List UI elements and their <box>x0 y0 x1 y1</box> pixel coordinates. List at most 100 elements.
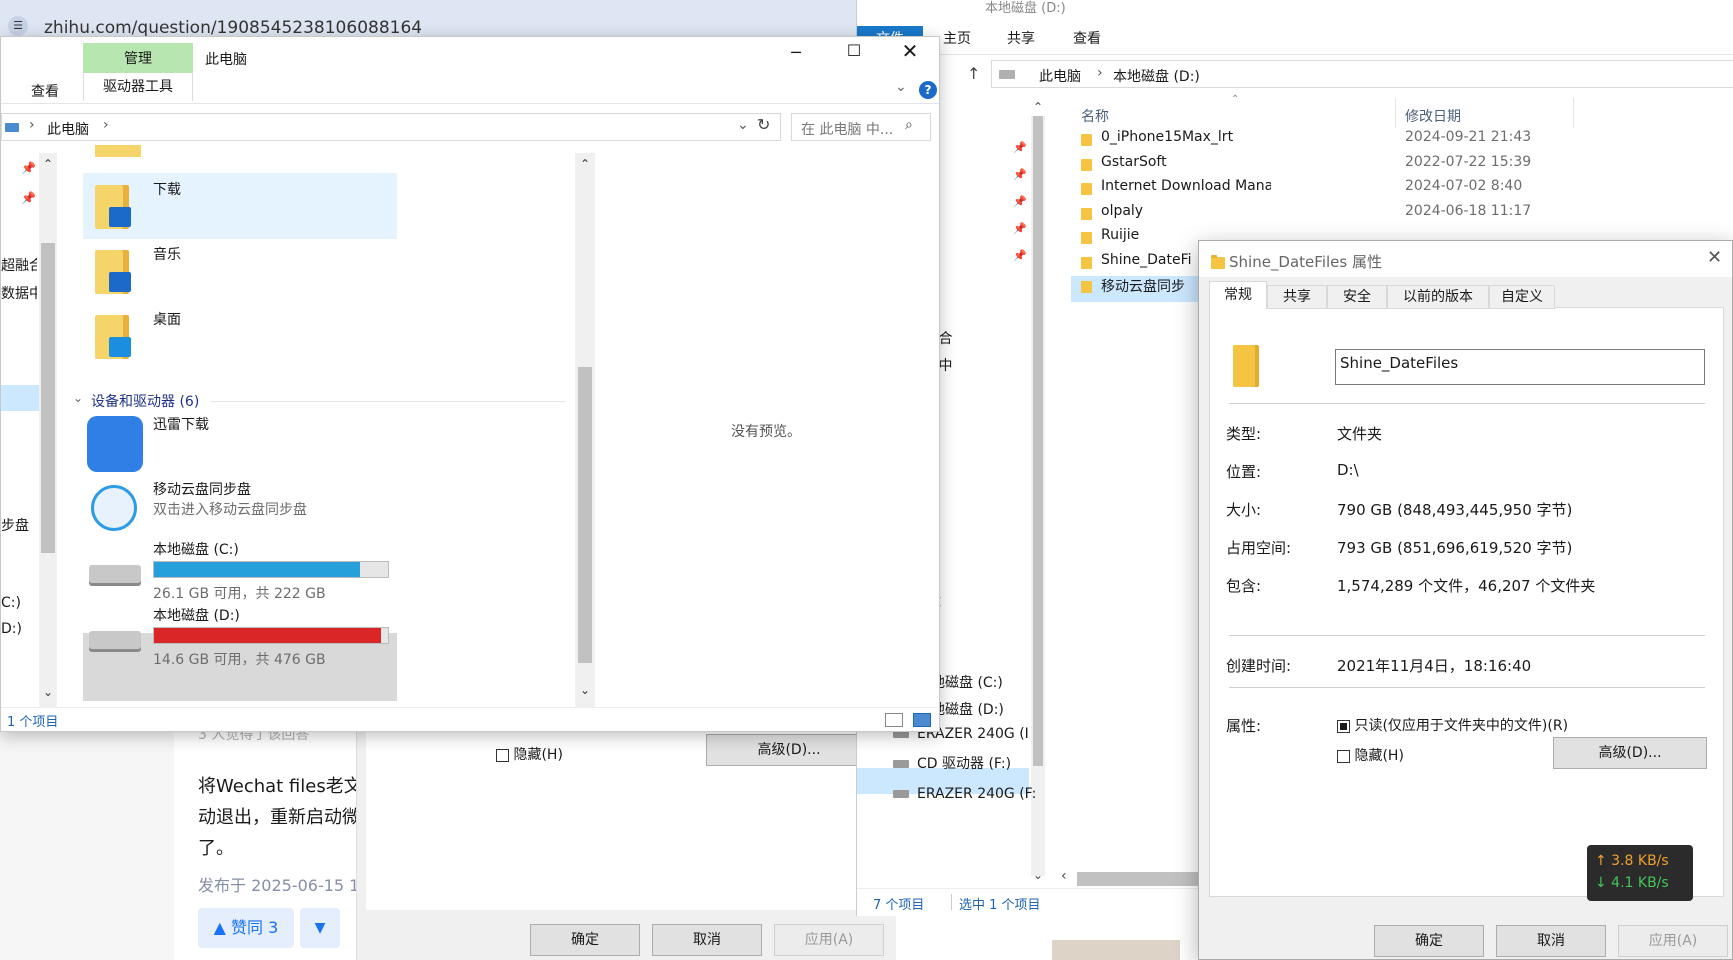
background-ok-button[interactable]: 确定 <box>530 924 640 956</box>
folder-partial-top <box>95 145 141 157</box>
device-item[interactable]: 迅雷下载 <box>83 412 397 476</box>
home-tab[interactable]: 主页 <box>943 28 971 48</box>
cancel-button[interactable]: 取消 <box>1496 925 1606 957</box>
vote-down-button[interactable]: ▼ <box>300 908 340 948</box>
property-value: 1,574,289 个文件，46,207 个文件夹 <box>1337 577 1596 595</box>
capacity-bar <box>153 627 389 644</box>
view-tab[interactable]: 查看 <box>31 81 59 101</box>
tab-0[interactable]: 常规 <box>1209 281 1267 309</box>
search-icon[interactable]: ⌕ <box>905 117 913 133</box>
file-name: 0_iPhone15Max_lrt <box>1101 129 1234 145</box>
content-scroll-thumb[interactable] <box>578 367 592 663</box>
devices-collapse-icon[interactable]: ⌄ <box>73 391 83 405</box>
answer-text-line-3: 了。 <box>198 838 234 859</box>
sidebar-item-label: CD 驱动器 (F:) <box>917 756 1012 772</box>
nav-scroll-up-icon[interactable]: ⌃ <box>43 157 53 171</box>
pin-icon: 📌 <box>1013 195 1027 208</box>
file-row[interactable]: olpaly 2024-06-18 11:17 <box>1081 202 1721 224</box>
property-label: 类型: <box>1226 425 1262 443</box>
folder-item[interactable]: 音乐 <box>83 242 397 302</box>
drive-tools-tab[interactable]: 驱动器工具 <box>83 73 193 101</box>
folder-item[interactable]: 下载 <box>83 177 397 237</box>
background-cancel-button[interactable]: 取消 <box>652 924 762 956</box>
checkbox[interactable] <box>496 748 509 762</box>
help-icon[interactable]: ? <box>919 81 937 99</box>
folder-item[interactable]: 桌面 <box>83 307 397 367</box>
address-bar-url[interactable]: zhihu.com/question/1908545238106088164 <box>44 18 422 38</box>
file-row[interactable]: 0_iPhone15Max_lrt 2024-09-21 21:43 <box>1081 128 1721 150</box>
address-crumb-pc[interactable]: 此电脑 <box>1039 66 1081 86</box>
tab-4[interactable]: 自定义 <box>1489 285 1555 309</box>
tab-3[interactable]: 以前的版本 <box>1387 285 1489 309</box>
nav-item[interactable]: C:) <box>1 595 37 611</box>
nav-item[interactable]: D:) <box>1 621 37 637</box>
sidebar-item-drive[interactable]: ERAZER 240G (F: <box>893 786 1036 802</box>
advanced-button[interactable]: 高级(D)... <box>1553 737 1707 769</box>
readonly-checkbox[interactable]: 只读(仅应用于文件夹中的文件)(R) <box>1337 715 1568 735</box>
status-item-count: 1 个项目 <box>7 715 59 730</box>
maximize-button[interactable]: ☐ <box>839 41 869 67</box>
nav-scroll-down-icon[interactable]: ⌄ <box>1033 868 1043 882</box>
address-crumb-drive[interactable]: 本地磁盘 (D:) <box>1113 66 1200 86</box>
checkbox[interactable] <box>1337 749 1350 763</box>
address-crumb-pc[interactable]: 此电脑 <box>47 119 89 139</box>
nav-scroll-thumb[interactable] <box>41 243 55 553</box>
nav-scrollbar[interactable] <box>1031 116 1045 876</box>
details-view-icon[interactable] <box>885 713 903 727</box>
background-apply-button[interactable]: 应用(A) <box>774 924 884 956</box>
folder-name: 音乐 <box>153 247 181 263</box>
close-button[interactable]: ✕ <box>1707 247 1722 268</box>
minimize-button[interactable]: ─ <box>781 43 811 69</box>
sidebar-item-drive[interactable]: CD 驱动器 (F:) <box>893 753 1011 773</box>
file-row[interactable]: GstarSoft 2022-07-22 15:39 <box>1081 153 1721 175</box>
share-tab[interactable]: 共享 <box>1007 28 1035 48</box>
nav-item[interactable]: 超融合 <box>1 255 37 275</box>
close-button[interactable]: ✕ <box>895 39 925 65</box>
column-date-header[interactable]: 修改日期 <box>1405 106 1461 126</box>
left-nav-scrollbar[interactable]: ⌃ ⌄ <box>39 153 57 713</box>
checkbox[interactable] <box>1337 719 1350 733</box>
property-value: 793 GB (851,696,619,520 字节) <box>1337 539 1573 557</box>
refresh-icon[interactable]: ↻ <box>757 115 770 134</box>
pin-icon: 📌 <box>1013 222 1027 235</box>
large-icons-view-icon[interactable] <box>913 713 931 727</box>
tab-2[interactable]: 安全 <box>1327 285 1387 309</box>
ribbon-collapse-icon[interactable]: ⌄ <box>895 79 907 95</box>
nav-scroll-thumb[interactable] <box>1033 116 1043 766</box>
apply-button[interactable]: 应用(A) <box>1618 925 1728 957</box>
file-row[interactable]: Internet Download Manager 2024-07-02 8:40 <box>1081 177 1721 199</box>
ok-button[interactable]: 确定 <box>1374 925 1484 957</box>
file-date: 2024-09-21 21:43 <box>1405 129 1532 145</box>
device-item[interactable]: 移动云盘同步盘 双击进入移动云盘同步盘 <box>83 477 397 541</box>
background-advanced-button[interactable]: 高级(D)... <box>706 734 872 766</box>
property-value: 790 GB (848,493,445,950 字节) <box>1337 501 1573 519</box>
folder-name-input[interactable]: Shine_DateFiles <box>1335 349 1705 385</box>
view-tab[interactable]: 查看 <box>1073 28 1101 48</box>
hidden-checkbox[interactable]: 隐藏(H) <box>1337 745 1404 765</box>
nav-item[interactable]: 数据中 <box>1 283 37 303</box>
folder-icon <box>1211 255 1225 269</box>
address-dropdown-icon[interactable]: ⌄ <box>737 117 749 133</box>
nav-item[interactable]: 步盘 <box>1 515 37 535</box>
device-item[interactable]: 本地磁盘 (D:) 14.6 GB 可用，共 476 GB <box>83 603 397 668</box>
content-scroll-up-icon[interactable]: ⌃ <box>580 157 590 171</box>
background-hidden-checkbox[interactable]: 隐藏(H) <box>496 744 563 764</box>
address-bar[interactable] <box>1 113 781 141</box>
content-scrollbar[interactable]: ⌃ ⌄ <box>575 153 595 707</box>
site-info-icon[interactable]: ☰ <box>8 16 28 36</box>
column-name-header[interactable]: 名称 <box>1081 106 1109 126</box>
chevron-right-icon: › <box>1097 65 1103 81</box>
tab-1[interactable]: 共享 <box>1267 285 1327 309</box>
nav-scroll-down-icon[interactable]: ⌄ <box>43 685 53 699</box>
device-item[interactable]: 本地磁盘 (C:) 26.1 GB 可用，共 222 GB <box>83 537 397 602</box>
folder-icon <box>1081 281 1092 293</box>
content-scroll-down-icon[interactable]: ⌄ <box>580 683 590 697</box>
vote-up-button[interactable]: ▲ 赞同 3 <box>198 908 294 948</box>
devices-header[interactable]: 设备和驱动器 (6) <box>91 391 199 411</box>
manage-tab[interactable]: 管理 <box>83 43 193 73</box>
thumbnail-strip <box>1052 940 1180 960</box>
up-arrow-icon[interactable]: ↑ <box>967 64 980 83</box>
device-subtext: 26.1 GB 可用，共 222 GB <box>153 586 326 602</box>
nav-scroll-up-icon[interactable]: ⌃ <box>1033 100 1043 114</box>
h-scroll-left-icon[interactable]: ‹ <box>1061 868 1067 884</box>
